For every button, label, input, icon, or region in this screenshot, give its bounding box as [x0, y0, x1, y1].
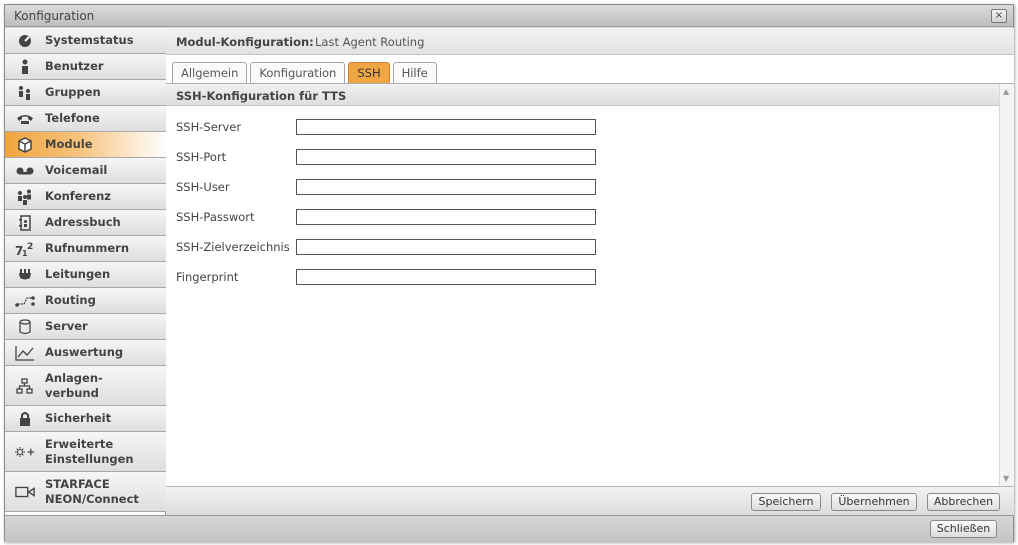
- sidebar-item-label: Erweiterte: [45, 437, 114, 451]
- save-button[interactable]: Speichern: [751, 493, 821, 511]
- scroll-down-icon[interactable]: ▼: [1003, 474, 1009, 483]
- form-row-fingerprint: Fingerprint: [176, 269, 616, 285]
- section-header: SSH-Konfiguration für TTS: [166, 84, 999, 106]
- sidebar-item-label: Telefone: [45, 111, 100, 125]
- main-panel: Modul-Konfiguration: Last Agent Routing …: [166, 28, 1014, 515]
- sidebar-item-label-line2: verbund: [45, 386, 99, 400]
- plug-icon: [15, 266, 35, 284]
- tab-hilfe[interactable]: Hilfe: [392, 62, 437, 83]
- module-icon: [15, 136, 35, 154]
- sidebar-item-routing[interactable]: Routing: [5, 288, 166, 314]
- user-icon: [15, 58, 35, 76]
- sidebar-item-gruppen[interactable]: Gruppen: [5, 80, 166, 106]
- fingerprint-input[interactable]: [296, 269, 596, 285]
- sidebar-item-label-line2: Einstellungen: [45, 452, 134, 466]
- addressbook-icon: [15, 214, 35, 232]
- sidebar-item-label: Gruppen: [45, 85, 101, 99]
- chart-icon: [15, 344, 35, 362]
- sidebar-item-benutzer[interactable]: Benutzer: [5, 54, 166, 80]
- field-label: SSH-Server: [176, 120, 242, 134]
- advanced-settings-icon: [15, 443, 35, 461]
- ssh-user-input[interactable]: [296, 179, 596, 195]
- field-label: Fingerprint: [176, 270, 239, 284]
- voicemail-icon: [15, 162, 35, 180]
- ssh-server-input[interactable]: [296, 119, 596, 135]
- gauge-icon: [15, 32, 35, 50]
- sidebar-item-label: Konferenz: [45, 189, 111, 203]
- field-label: SSH-Passwort: [176, 210, 255, 224]
- sidebar-item-server[interactable]: Server: [5, 314, 166, 340]
- sidebar-item-module[interactable]: Module: [5, 132, 166, 158]
- field-label: SSH-Zielverzeichnis: [176, 240, 290, 254]
- numbers-icon: 712: [15, 240, 35, 258]
- sidebar-item-anlagenverbund[interactable]: Anlagen- verbund: [5, 366, 166, 406]
- sidebar-item-starface-neon[interactable]: STARFACE NEON/Connect: [5, 472, 166, 512]
- sidebar-item-label: Rufnummern: [45, 241, 130, 255]
- configuration-window: Konfiguration × Systemstatus Benutzer Gr…: [4, 4, 1014, 542]
- action-footer: Speichern Übernehmen Abbrechen: [166, 486, 1014, 515]
- form-row-ssh-passwort: SSH-Passwort: [176, 209, 616, 225]
- sidebar-item-rufnummern[interactable]: 712 Rufnummern: [5, 236, 166, 262]
- phone-icon: [15, 110, 35, 128]
- window-close-button[interactable]: ×: [991, 9, 1007, 23]
- form-row-ssh-user: SSH-User: [176, 179, 616, 195]
- sidebar-item-sicherheit[interactable]: Sicherheit: [5, 406, 166, 432]
- ssh-target-dir-input[interactable]: [296, 239, 596, 255]
- module-config-label: Modul-Konfiguration:: [176, 35, 314, 49]
- sidebar-item-leitungen[interactable]: Leitungen: [5, 262, 166, 288]
- sidebar-item-label: Server: [45, 319, 88, 333]
- sidebar-item-label: Systemstatus: [45, 33, 134, 47]
- cancel-button[interactable]: Abbrechen: [927, 493, 1000, 511]
- module-config-header: Modul-Konfiguration: Last Agent Routing: [166, 28, 1014, 55]
- sidebar-item-label: Sicherheit: [45, 411, 112, 425]
- module-name: Last Agent Routing: [315, 35, 425, 49]
- svg-text:2: 2: [27, 242, 33, 252]
- close-button[interactable]: Schließen: [930, 520, 997, 538]
- window-title: Konfiguration: [14, 9, 95, 23]
- sidebar-item-label: STARFACE: [45, 477, 110, 491]
- field-label: SSH-User: [176, 180, 230, 194]
- tab-allgemein[interactable]: Allgemein: [172, 62, 248, 83]
- sidebar-item-label: Routing: [45, 293, 96, 307]
- sidebar-item-konferenz[interactable]: Konferenz: [5, 184, 166, 210]
- tab-bar: Allgemein Konfiguration SSH Hilfe: [172, 62, 437, 83]
- apply-button[interactable]: Übernehmen: [831, 493, 917, 511]
- content-scrollbar[interactable]: ▲ ▼: [999, 84, 1014, 486]
- scroll-up-icon[interactable]: ▲: [1003, 87, 1009, 96]
- sidebar-item-voicemail[interactable]: Voicemail: [5, 158, 166, 184]
- network-icon: [15, 377, 35, 395]
- tab-ssh[interactable]: SSH: [348, 62, 390, 83]
- sidebar-item-label: Auswertung: [45, 345, 124, 359]
- sidebar-item-systemstatus[interactable]: Systemstatus: [5, 28, 166, 54]
- server-icon: [15, 318, 35, 336]
- sidebar-item-label: Benutzer: [45, 59, 104, 73]
- sidebar: Systemstatus Benutzer Gruppen Telefone M: [5, 28, 166, 515]
- lock-icon: [15, 410, 35, 428]
- video-icon: [15, 483, 35, 501]
- sidebar-item-erweiterte-einstellungen[interactable]: Erweiterte Einstellungen: [5, 432, 166, 472]
- conference-icon: [15, 188, 35, 206]
- window-titlebar: Konfiguration ×: [5, 5, 1013, 27]
- sidebar-item-label: Voicemail: [45, 163, 108, 177]
- sidebar-item-label: Adressbuch: [45, 215, 121, 229]
- ssh-port-input[interactable]: [296, 149, 596, 165]
- sidebar-item-label: Leitungen: [45, 267, 111, 281]
- routing-icon: [15, 292, 35, 310]
- group-icon: [15, 84, 35, 102]
- form-row-ssh-zielverzeichnis: SSH-Zielverzeichnis: [176, 239, 616, 255]
- sidebar-item-telefone[interactable]: Telefone: [5, 106, 166, 132]
- ssh-password-input[interactable]: [296, 209, 596, 225]
- sidebar-item-adressbuch[interactable]: Adressbuch: [5, 210, 166, 236]
- sidebar-item-label: Anlagen-: [45, 371, 103, 385]
- section-title: SSH-Konfiguration für TTS: [176, 89, 347, 103]
- sidebar-item-label-line2: NEON/Connect: [45, 492, 139, 506]
- tab-konfiguration[interactable]: Konfiguration: [250, 62, 346, 83]
- form-row-ssh-port: SSH-Port: [176, 149, 616, 165]
- sidebar-item-auswertung[interactable]: Auswertung: [5, 340, 166, 366]
- form-row-ssh-server: SSH-Server: [176, 119, 616, 135]
- sidebar-item-label: Module: [45, 137, 93, 151]
- window-bottom-bar: Schließen: [5, 515, 1013, 542]
- field-label: SSH-Port: [176, 150, 227, 164]
